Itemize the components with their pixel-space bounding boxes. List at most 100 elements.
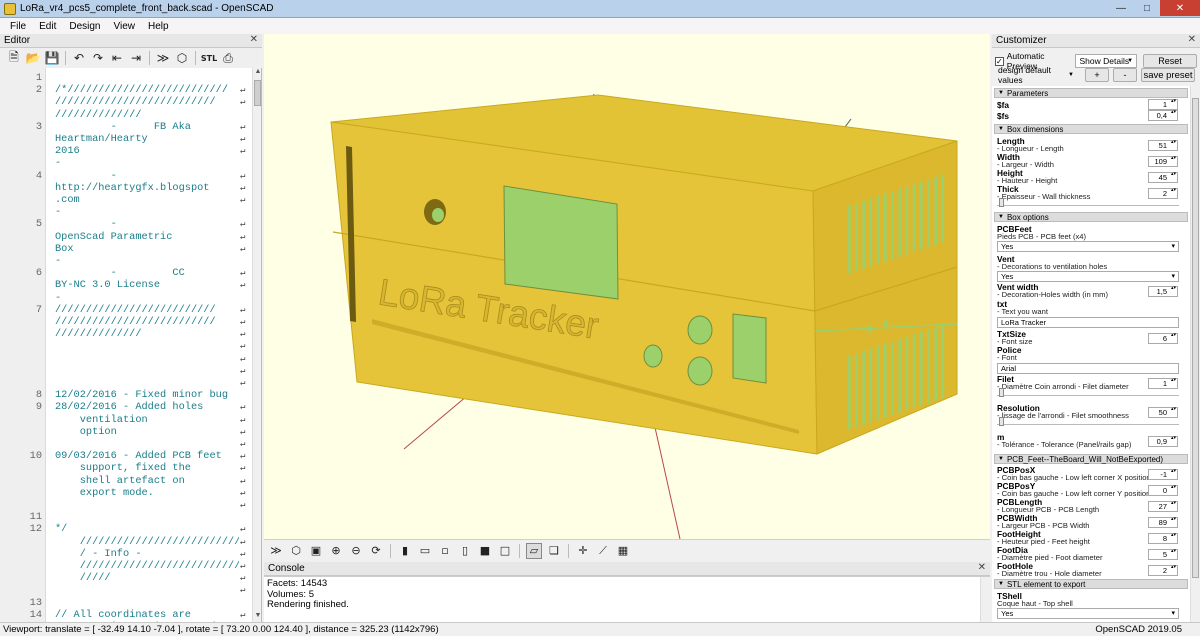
param-value-spinbox[interactable]: 1,5 xyxy=(1148,286,1178,297)
reset-view-icon[interactable]: ⟳ xyxy=(368,543,384,559)
preset-select[interactable]: design default values ▼ xyxy=(995,65,1077,85)
perspective-icon[interactable]: ▱ xyxy=(526,542,542,559)
view-back-icon[interactable]: □ xyxy=(497,543,513,559)
show-details-select[interactable]: Show Details ▼ xyxy=(1075,54,1138,68)
param-dropdown[interactable]: Yes xyxy=(997,241,1179,252)
new-icon[interactable]: 🗎 xyxy=(6,50,22,66)
param-value-spinbox[interactable]: 0 xyxy=(1148,485,1178,496)
reset-button[interactable]: Reset xyxy=(1143,54,1197,68)
wrap-icon: ↵ xyxy=(240,463,246,474)
console-scrollbar[interactable] xyxy=(980,577,990,622)
zoom-out-icon[interactable]: ⊖ xyxy=(348,543,364,559)
param-text-input[interactable]: Arial xyxy=(997,363,1179,374)
save-preset-button[interactable]: save preset xyxy=(1141,68,1195,82)
scroll-down-icon[interactable]: ▼ xyxy=(253,612,261,622)
param-text-input[interactable]: LoRa Tracker xyxy=(997,317,1179,328)
undo-icon[interactable]: ↶ xyxy=(71,50,87,66)
orthogonal-icon[interactable]: ❏ xyxy=(546,543,562,559)
view-front-icon[interactable]: ■ xyxy=(477,543,493,559)
zoom-in-icon[interactable]: ⊕ xyxy=(328,543,344,559)
minimize-button[interactable]: — xyxy=(1108,0,1134,16)
menu-edit[interactable]: Edit xyxy=(33,21,63,32)
param-slider[interactable] xyxy=(997,388,1179,397)
menu-help[interactable]: Help xyxy=(142,21,176,32)
editor-close-icon[interactable]: ✕ xyxy=(250,34,258,45)
line-number: 13 xyxy=(29,596,42,609)
customizer-close-icon[interactable]: ✕ xyxy=(1188,34,1196,45)
render-icon[interactable]: ⬡ xyxy=(174,50,190,66)
section-header[interactable]: ▼ Box options xyxy=(994,212,1188,222)
param-value-spinbox[interactable]: 109 xyxy=(1148,156,1178,167)
menu-view[interactable]: View xyxy=(108,21,143,32)
param-slider[interactable] xyxy=(997,198,1179,207)
show-scale-icon[interactable]: ⟋ xyxy=(595,543,611,559)
preview-icon[interactable]: ≫ xyxy=(155,50,171,66)
send-to-printer-icon[interactable]: ⎙ xyxy=(220,50,236,66)
slider-knob[interactable] xyxy=(999,388,1004,397)
param-value-spinbox[interactable]: 0,9 xyxy=(1148,436,1178,447)
view-top-icon[interactable]: ▭ xyxy=(417,543,433,559)
customizer-scroll-thumb[interactable] xyxy=(1192,98,1199,578)
maximize-button[interactable]: □ xyxy=(1134,0,1160,16)
param-value-spinbox[interactable]: 1 xyxy=(1148,378,1178,389)
param-value-spinbox[interactable]: 45 xyxy=(1148,172,1178,183)
redo-icon[interactable]: ↷ xyxy=(90,50,106,66)
editor-scroll-thumb[interactable] xyxy=(254,80,261,106)
section-header[interactable]: ▼ PCB_Feet--TheBoard_Will_NotBeExported) xyxy=(994,454,1188,464)
save-icon[interactable]: 💾 xyxy=(44,50,60,66)
slider-knob[interactable] xyxy=(999,198,1004,207)
param-value-spinbox[interactable]: 50 xyxy=(1148,407,1178,418)
param-value-spinbox[interactable]: 2 xyxy=(1148,188,1178,199)
view-bottom-icon[interactable]: ▫ xyxy=(437,543,453,559)
code-editor[interactable]: 1 2/*//////////////////////////↵/////////… xyxy=(0,68,262,622)
param-slider[interactable] xyxy=(997,417,1179,426)
remove-preset-button[interactable]: - xyxy=(1113,68,1137,82)
open-icon[interactable]: 📂 xyxy=(25,50,41,66)
render-icon[interactable]: ⬡ xyxy=(288,543,304,559)
wrap-icon: ↵ xyxy=(240,170,246,181)
indent-icon[interactable]: ⇥ xyxy=(128,50,144,66)
unindent-icon[interactable]: ⇤ xyxy=(109,50,125,66)
param-value-spinbox[interactable]: 89 xyxy=(1148,517,1178,528)
3d-model-render[interactable]: LoRa Tracker xyxy=(264,34,990,539)
param-value-spinbox[interactable]: 2 xyxy=(1148,565,1178,576)
param-value-spinbox[interactable]: 27 xyxy=(1148,501,1178,512)
show-axes-icon[interactable]: ✛ xyxy=(575,543,591,559)
code-line: - xyxy=(55,169,117,182)
section-header[interactable]: ▼ Box dimensions xyxy=(994,124,1188,134)
param-dropdown[interactable]: Yes xyxy=(997,608,1179,619)
view-right-icon[interactable]: ▮ xyxy=(397,543,413,559)
menu-file[interactable]: File xyxy=(4,21,33,32)
param-value-spinbox[interactable]: 6 xyxy=(1148,333,1178,344)
3d-viewport[interactable]: LoRa Tracker xyxy=(264,34,990,539)
console-close-icon[interactable]: ✕ xyxy=(978,562,986,573)
add-preset-button[interactable]: + xyxy=(1085,68,1109,82)
wrap-icon: ↵ xyxy=(240,317,246,327)
wrap-icon: ↵ xyxy=(240,341,246,352)
param-value-spinbox[interactable]: 51 xyxy=(1148,140,1178,151)
slider-knob[interactable] xyxy=(999,417,1004,426)
param-value-spinbox[interactable]: 5 xyxy=(1148,549,1178,560)
export-stl-icon[interactable]: STL xyxy=(201,50,217,66)
vent-slot xyxy=(934,326,937,402)
preview-icon[interactable]: ≫ xyxy=(268,543,284,559)
menu-design[interactable]: Design xyxy=(63,21,107,32)
customizer-scrollbar[interactable] xyxy=(1190,86,1200,622)
view-all-icon[interactable]: ▣ xyxy=(308,543,324,559)
editor-scrollbar[interactable]: ▲ ▼ xyxy=(252,68,261,622)
show-edges-icon[interactable]: ▦ xyxy=(615,543,631,559)
vent-slot xyxy=(912,183,916,253)
close-window-button[interactable]: ✕ xyxy=(1160,0,1200,16)
section-header[interactable]: ▼ STL element to export xyxy=(994,579,1188,589)
param-dropdown[interactable]: Yes xyxy=(997,271,1179,282)
view-left-icon[interactable]: ▯ xyxy=(457,543,473,559)
param-value-spinbox[interactable]: -1 xyxy=(1148,469,1178,480)
param-value-spinbox[interactable]: 8 xyxy=(1148,533,1178,544)
console-output: Facets: 14543 Volumes: 5 Rendering finis… xyxy=(264,576,990,622)
code-line: option xyxy=(55,425,117,438)
param-value-spinbox[interactable]: 0,4 xyxy=(1148,110,1178,121)
section-header[interactable]: ▼ Parameters xyxy=(994,88,1188,98)
scroll-up-icon[interactable]: ▲ xyxy=(253,68,261,78)
vent-slot xyxy=(855,352,858,428)
code-line: ////////////////////////// xyxy=(55,303,216,316)
